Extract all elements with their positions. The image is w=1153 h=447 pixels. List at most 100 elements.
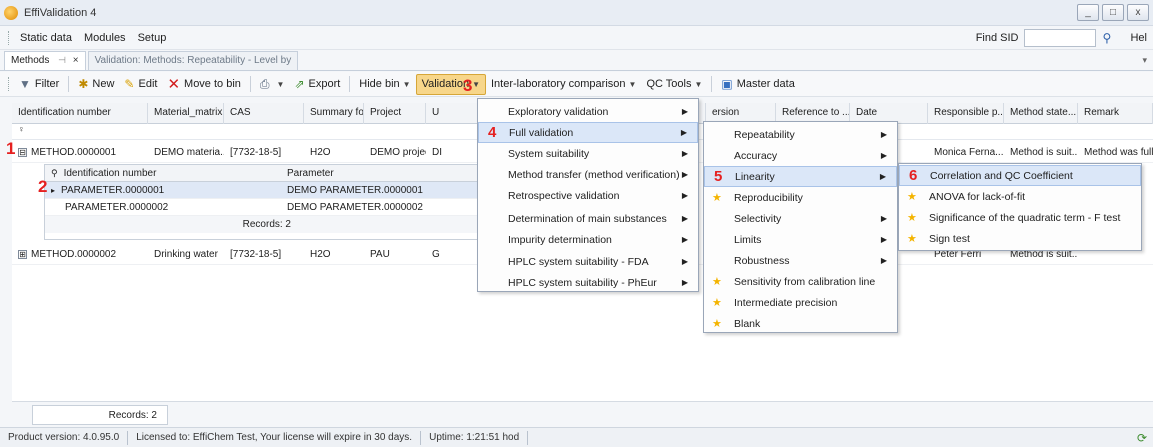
submenu-arrow-icon: ▶ xyxy=(880,151,887,160)
menu-item-retrospective-validation[interactable]: Retrospective validation ▶ xyxy=(478,185,698,206)
new-button[interactable]: ✱ New xyxy=(73,74,119,95)
submenu-arrow-icon: ▶ xyxy=(681,107,688,116)
menu-item-limits[interactable]: Limits ▶ xyxy=(704,229,897,250)
find-sid: Find SID ⚲ Hel xyxy=(976,29,1153,47)
menu-bar: Static data Modules Setup Find SID ⚲ Hel xyxy=(0,26,1153,50)
menu-item-label: Blank xyxy=(734,317,761,330)
menu-item-label: Accuracy xyxy=(734,149,778,162)
detail-row[interactable]: PARAMETER.0000002 DEMO PARAMETER.0000002 xyxy=(45,199,483,216)
find-sid-label: Find SID xyxy=(975,32,1019,44)
inter-lab-comparison-button[interactable]: Inter-laboratory comparison ▼ xyxy=(486,74,641,95)
print-button[interactable]: ⎙ ▼ xyxy=(255,74,290,95)
find-sid-input[interactable] xyxy=(1024,29,1097,47)
filter-label: Filter xyxy=(34,78,60,90)
detail-column-header-id[interactable]: ⚲ Identification number xyxy=(45,168,281,179)
menu-item-main-substances[interactable]: Determination of main substances ▶ xyxy=(478,208,698,229)
qc-tools-button[interactable]: QC Tools ▼ xyxy=(641,74,707,95)
export-icon: ⇗ xyxy=(294,77,305,91)
maximize-button[interactable]: □ xyxy=(1102,4,1124,21)
validation-label: Validation xyxy=(421,78,470,90)
menu-item-label: Robustness xyxy=(734,254,790,267)
toolbar-grip-icon xyxy=(8,77,10,91)
column-header-remark[interactable]: Remark xyxy=(1078,103,1153,124)
menu-item-selectivity[interactable]: Selectivity ▶ xyxy=(704,208,897,229)
document-tabs: Methods ⊣ × Validation: Methods: Repeata… xyxy=(0,51,1153,71)
cell-remark: Method was full... xyxy=(1084,146,1153,158)
column-header-cas[interactable]: CAS xyxy=(224,103,304,124)
menu-item-anova-lack-of-fit[interactable]: ★ ANOVA for lack-of-fit xyxy=(899,186,1141,207)
star-icon: ★ xyxy=(712,276,722,288)
menu-item-label: HPLC system suitability - PhEur xyxy=(508,276,657,289)
pin-icon[interactable]: ⊣ xyxy=(58,55,66,65)
detail-filter-icon: ⚲ xyxy=(51,167,58,178)
status-divider xyxy=(527,430,529,445)
menu-item-reproducibility[interactable]: ★ Reproducibility xyxy=(704,187,897,208)
submenu-arrow-icon: ▶ xyxy=(879,172,886,181)
menu-item-label: System suitability xyxy=(508,147,590,160)
submenu-arrow-icon: ▶ xyxy=(681,191,688,200)
detail-column-header-parameter[interactable]: Parameter xyxy=(281,168,481,179)
menu-item-impurity-determination[interactable]: Impurity determination ▶ xyxy=(478,229,698,250)
menu-item-blank[interactable]: ★ Blank xyxy=(704,313,897,334)
status-divider xyxy=(127,430,129,445)
search-icon[interactable]: ⚲ xyxy=(1102,31,1118,45)
export-button[interactable]: ⇗ Export xyxy=(289,74,345,95)
menu-item-exploratory-validation[interactable]: Exploratory validation ▶ xyxy=(478,101,698,122)
submenu-arrow-icon: ▶ xyxy=(880,235,887,244)
menu-item-label: Selectivity xyxy=(734,212,782,225)
menu-help[interactable]: Hel xyxy=(1124,32,1153,44)
menu-item-accuracy[interactable]: Accuracy ▶ xyxy=(704,145,897,166)
detail-row[interactable]: ▸ PARAMETER.0000001 DEMO PARAMETER.000000… xyxy=(45,182,483,199)
tab-methods[interactable]: Methods ⊣ × xyxy=(4,51,86,70)
menu-item-intermediate-precision[interactable]: ★ Intermediate precision xyxy=(704,292,897,313)
menu-item-repeatability[interactable]: Repeatability ▶ xyxy=(704,124,897,145)
hide-bin-button[interactable]: Hide bin ▼ xyxy=(354,74,415,95)
menu-item-linearity[interactable]: 5 Linearity ▶ xyxy=(704,166,897,187)
expand-icon[interactable]: ⊞ xyxy=(18,249,27,259)
menu-item-full-validation[interactable]: 4 Full validation ▶ xyxy=(478,122,698,143)
records-count: Records: 2 xyxy=(32,405,168,425)
window-controls: _ □ x xyxy=(1077,4,1149,21)
menu-item-label: Sign test xyxy=(929,232,970,245)
master-data-button[interactable]: ▣ Master data xyxy=(716,74,799,95)
menu-item-sign-test[interactable]: ★ Sign test xyxy=(899,228,1141,249)
star-icon: ★ xyxy=(907,233,917,245)
close-button[interactable]: x xyxy=(1127,4,1149,21)
tab-list-arrow-icon[interactable]: ▾ xyxy=(1142,55,1147,66)
print-icon: ⎙ xyxy=(259,76,270,91)
column-header-identification[interactable]: Identification number xyxy=(12,103,148,124)
menu-item-hplc-pheur[interactable]: HPLC system suitability - PhEur ▶ xyxy=(478,272,698,293)
menu-item-sensitivity[interactable]: ★ Sensitivity from calibration line xyxy=(704,271,897,292)
close-tab-icon[interactable]: × xyxy=(73,55,79,66)
column-header-method-state[interactable]: Method state... xyxy=(1004,103,1078,124)
menu-item-hplc-fda[interactable]: HPLC system suitability - FDA ▶ xyxy=(478,251,698,272)
tab-methods-label: Methods xyxy=(11,55,50,66)
column-header-responsible[interactable]: Responsible p... xyxy=(928,103,1004,124)
step-marker-1: 1 xyxy=(6,139,16,158)
row-indicator-icon: ▸ xyxy=(51,185,56,195)
edit-button[interactable]: ✎ Edit xyxy=(119,74,162,95)
menu-static-data[interactable]: Static data xyxy=(14,32,78,44)
menu-item-quadratic-f-test[interactable]: ★ Significance of the quadratic term - F … xyxy=(899,207,1141,228)
column-header-project[interactable]: Project xyxy=(364,103,426,124)
menu-setup[interactable]: Setup xyxy=(132,32,173,44)
tab-validation-repeatability[interactable]: Validation: Methods: Repeatability - Lev… xyxy=(87,51,299,70)
minimize-button[interactable]: _ xyxy=(1077,4,1099,21)
menu-item-label: Sensitivity from calibration line xyxy=(734,275,876,288)
detail-header: ⚲ Identification number Parameter xyxy=(45,165,483,182)
filter-button[interactable]: ▼ Filter xyxy=(14,74,64,95)
menu-item-correlation-qc-coefficient[interactable]: 6 Correlation and QC Coefficient xyxy=(899,165,1141,186)
menu-modules[interactable]: Modules xyxy=(78,32,132,44)
column-header-summary[interactable]: Summary for... xyxy=(304,103,364,124)
cell-material: DEMO materia... xyxy=(154,146,224,158)
move-to-bin-button[interactable]: ✕ Move to bin xyxy=(162,74,245,95)
menu-item-system-suitability[interactable]: System suitability ▶ xyxy=(478,143,698,164)
menu-item-method-transfer[interactable]: Method transfer (method verification) ▶ xyxy=(478,164,698,185)
menu-item-label: Method transfer (method verification) xyxy=(508,168,680,181)
collapse-icon[interactable]: ⊟ xyxy=(18,147,27,157)
validation-button[interactable]: Validation ▼ xyxy=(415,73,486,95)
column-header-material[interactable]: Material_matrix xyxy=(148,103,224,124)
submenu-arrow-icon: ▶ xyxy=(880,130,887,139)
menu-item-robustness[interactable]: Robustness ▶ xyxy=(704,250,897,271)
step-marker-5: 5 xyxy=(714,168,723,185)
